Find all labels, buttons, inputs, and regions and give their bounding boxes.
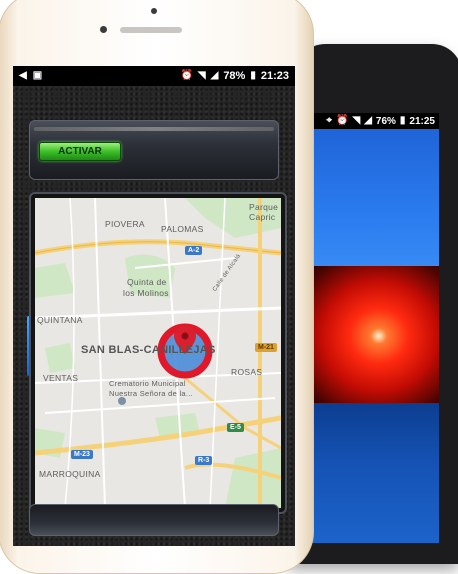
map-label: Parque bbox=[249, 202, 279, 212]
back-phone-screen: ⌖ ⏰ ◥ ◢ 76% ▮ 21:25 bbox=[305, 113, 439, 543]
road-badge: M-23 bbox=[71, 450, 93, 459]
front-phone-screen: ◀ ▣ ⏰ ◥ ◢ 78% ▮ 21:23 ACTIVAR Parque Cap… bbox=[13, 66, 295, 546]
battery-percent: 76% bbox=[375, 115, 396, 127]
red-alarm-light bbox=[305, 266, 439, 406]
road-badge: A-2 bbox=[185, 246, 203, 255]
battery-icon: ▮ bbox=[250, 70, 256, 81]
map-label: PALOMAS bbox=[161, 224, 204, 234]
map-label: PIOVERA bbox=[105, 219, 145, 229]
alarm-clock-icon: ⏰ bbox=[336, 115, 349, 126]
map-label: Capric bbox=[249, 212, 276, 222]
map-label: MARROQUINA bbox=[39, 469, 101, 479]
status-bar: ◀ ▣ ⏰ ◥ ◢ 78% ▮ 21:23 bbox=[13, 66, 295, 86]
panel-rail bbox=[34, 127, 274, 131]
front-camera-icon bbox=[151, 8, 157, 14]
map-label: Quinta de bbox=[127, 277, 167, 287]
map-label: los Molinos bbox=[123, 288, 169, 298]
road-badge: E-5 bbox=[227, 423, 244, 432]
road-badge: M-21 bbox=[255, 343, 277, 352]
back-status-bar: ⌖ ⏰ ◥ ◢ 76% ▮ 21:25 bbox=[305, 113, 439, 129]
map-label-district: SAN BLAS-CANILLEJAS bbox=[81, 344, 216, 356]
battery-icon: ▮ bbox=[399, 115, 406, 126]
alarm-clock-icon: ⏰ bbox=[180, 70, 193, 81]
wifi-icon: ◥ bbox=[352, 115, 361, 126]
clock: 21:25 bbox=[409, 115, 435, 127]
location-icon: ⌖ bbox=[326, 115, 333, 126]
map-label: Crematorio Municipal bbox=[109, 379, 186, 388]
map-label: ROSAS bbox=[231, 367, 263, 377]
blue-light-panel-top bbox=[305, 129, 439, 279]
earpiece-speaker bbox=[120, 27, 182, 33]
map-label: Nuestra Señora de la... bbox=[109, 389, 194, 398]
blue-light-panel-bottom bbox=[305, 403, 439, 543]
leather-background: ACTIVAR Parque Capric PIOVERA PALOMAS Qu… bbox=[13, 86, 295, 546]
road-badge: R-3 bbox=[195, 456, 213, 465]
notification-icon: ◀ bbox=[19, 70, 27, 81]
map-view[interactable]: Parque Capric PIOVERA PALOMAS Quinta de … bbox=[31, 194, 285, 512]
signal-icon: ◢ bbox=[210, 70, 219, 81]
clock: 21:23 bbox=[260, 70, 289, 82]
wifi-icon: ◥ bbox=[197, 70, 206, 81]
activate-button[interactable]: ACTIVAR bbox=[39, 142, 121, 161]
signal-icon: ◢ bbox=[364, 115, 372, 126]
image-icon: ▣ bbox=[32, 70, 43, 81]
sensor-icon bbox=[100, 26, 107, 33]
device-bottom-panel bbox=[29, 504, 279, 536]
map-label: QUINTANA bbox=[37, 315, 83, 325]
map-label: VENTAS bbox=[43, 373, 79, 383]
battery-percent: 78% bbox=[223, 70, 246, 82]
